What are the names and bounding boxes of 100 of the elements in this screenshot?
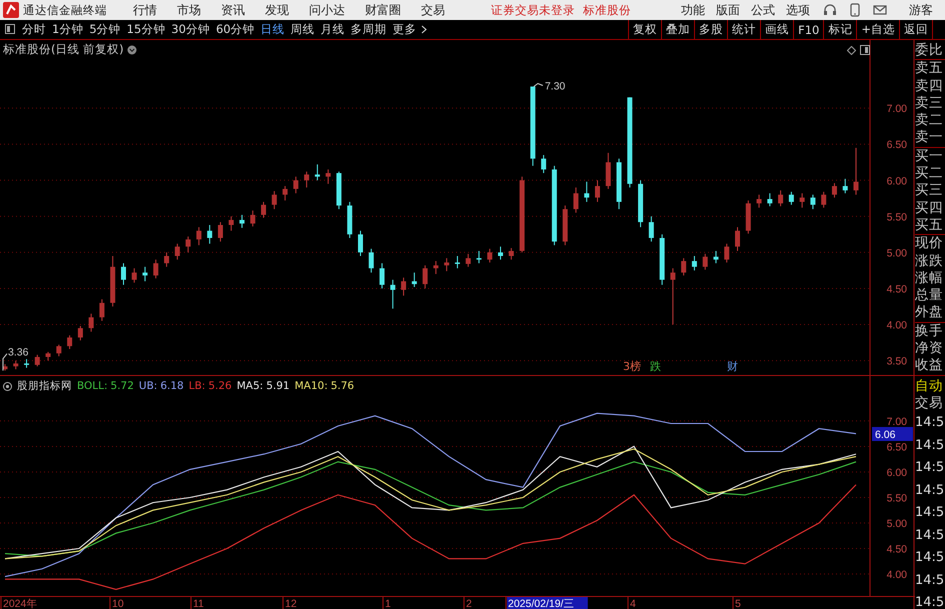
- indicator-settings-icon[interactable]: [3, 382, 12, 390]
- candlestick: [422, 264, 428, 289]
- menu-item[interactable]: 资讯: [221, 2, 245, 18]
- tool-menu-item[interactable]: 公式: [751, 2, 775, 18]
- period-tab[interactable]: 分时: [19, 20, 49, 39]
- price-axis-label: 5.50: [886, 211, 907, 224]
- phone-icon[interactable]: [850, 3, 860, 17]
- period-tab[interactable]: 月线: [318, 20, 348, 39]
- price-axis-label: 7.00: [886, 103, 907, 116]
- date-axis-label: 2: [466, 598, 472, 609]
- app-logo-icon: [3, 2, 19, 18]
- toolbar-button[interactable]: +自选: [856, 20, 899, 39]
- quote-field-label: 买五: [915, 216, 944, 234]
- date-axis-label: 4: [630, 598, 636, 609]
- quote-field-label: 现价: [915, 235, 944, 253]
- legend-series-name: LB:: [188, 380, 206, 392]
- period-tab[interactable]: 15分钟: [124, 20, 168, 39]
- toolbar-button[interactable]: 标记: [823, 20, 856, 39]
- menu-item[interactable]: 财富圈: [365, 2, 401, 18]
- date-axis-label: 2025/02/19/三: [508, 598, 574, 609]
- candlestick: [702, 253, 708, 270]
- candlestick: [358, 230, 363, 256]
- chevron-right-icon: [420, 25, 427, 34]
- date-axis-label: 1: [385, 598, 391, 609]
- toolbar-button[interactable]: 复权: [628, 20, 662, 39]
- tool-menu-item[interactable]: 功能: [681, 2, 705, 18]
- toolbar-button[interactable]: 多股: [694, 20, 728, 39]
- candlestick: [724, 243, 730, 263]
- candlestick: [508, 248, 514, 260]
- menu-item[interactable]: 发现: [265, 2, 289, 18]
- candlestick: [562, 205, 568, 246]
- event-marker[interactable]: 3榜: [623, 360, 641, 373]
- toolbar-button[interactable]: 叠加: [661, 20, 694, 39]
- indicator-value: 6.18: [160, 380, 184, 392]
- toolbar-button[interactable]: F10: [793, 20, 824, 39]
- toolbar-button[interactable]: 统计: [727, 20, 760, 39]
- candlestick: [454, 256, 460, 269]
- candlestick: [444, 258, 450, 272]
- indicator-axis-label: 6.50: [886, 441, 907, 454]
- candlestick: [368, 248, 374, 274]
- candlestick: [778, 190, 784, 207]
- period-tab[interactable]: 30分钟: [168, 20, 213, 39]
- period-tab[interactable]: 周线: [288, 20, 318, 39]
- period-tab[interactable]: 1分钟: [49, 20, 86, 39]
- app-name: 通达信金融终端: [23, 2, 107, 18]
- candlestick: [412, 272, 417, 288]
- menu-item[interactable]: 行情: [133, 2, 157, 18]
- dropdown-icon[interactable]: [126, 44, 137, 54]
- panel-toggle-icon[interactable]: [860, 45, 870, 55]
- quote-field-label: 卖一: [915, 129, 944, 147]
- trade-time: 14:5: [915, 594, 945, 609]
- price-axis-label: 4.00: [886, 320, 907, 332]
- period-tab[interactable]: 多周期: [348, 20, 390, 39]
- quote-field-label: 收益: [915, 357, 944, 375]
- trade-time: 14:5: [915, 414, 945, 432]
- diamond-icon[interactable]: [847, 46, 856, 55]
- panel-toggle-icon[interactable]: [5, 24, 15, 34]
- indicator-value: 5.72: [110, 380, 134, 392]
- candlestick: [832, 182, 837, 198]
- trade-label[interactable]: 交易: [915, 394, 945, 412]
- candlestick: [541, 154, 546, 174]
- event-marker[interactable]: 跌: [650, 360, 661, 373]
- menu-item[interactable]: 市场: [177, 2, 201, 18]
- trade-time: 14:5: [915, 436, 945, 455]
- current-value-tag: [872, 427, 913, 441]
- login-notice[interactable]: 证券交易未登录: [491, 2, 575, 18]
- trade-label[interactable]: 自动: [915, 378, 945, 395]
- legend-series-name: BOLL:: [77, 380, 108, 392]
- quote-field-label: 换手: [915, 322, 944, 340]
- candlestick: [164, 252, 170, 268]
- toolbar-button[interactable]: 画线: [760, 20, 794, 39]
- indicator-axis-label: 7.00: [886, 416, 907, 428]
- event-marker[interactable]: 财: [727, 360, 738, 373]
- menu-item[interactable]: 问小达: [309, 2, 345, 18]
- tool-menu-item[interactable]: 版面: [716, 2, 740, 18]
- user-label[interactable]: 游客: [909, 2, 933, 18]
- candlestick: [293, 176, 298, 194]
- candlestick: [380, 262, 385, 289]
- period-tab[interactable]: 日线: [258, 20, 288, 39]
- quote-field-label: 卖五: [915, 60, 944, 78]
- candlestick: [239, 214, 244, 228]
- candlestick: [842, 178, 848, 194]
- indicator-value: 5.76: [330, 380, 354, 392]
- candlestick: [261, 201, 266, 218]
- toolbar-button[interactable]: 返回: [899, 20, 933, 39]
- candlestick: [788, 191, 794, 206]
- menu-item[interactable]: 交易: [421, 2, 445, 18]
- period-tab[interactable]: 5分钟: [86, 20, 124, 39]
- period-tab[interactable]: 60分钟: [212, 20, 258, 39]
- more-periods-button[interactable]: 更多: [390, 20, 430, 39]
- candlestick: [810, 194, 816, 210]
- candlestick: [78, 325, 83, 341]
- headset-icon[interactable]: [823, 3, 837, 17]
- mail-icon[interactable]: [873, 4, 887, 16]
- candlestick: [110, 256, 116, 307]
- indicator-name: 股朋指标网: [17, 379, 72, 393]
- quote-field-label: 委比: [915, 42, 944, 60]
- candlestick: [681, 258, 686, 276]
- tool-menu-item[interactable]: 选项: [786, 2, 810, 18]
- candlestick: [498, 246, 504, 260]
